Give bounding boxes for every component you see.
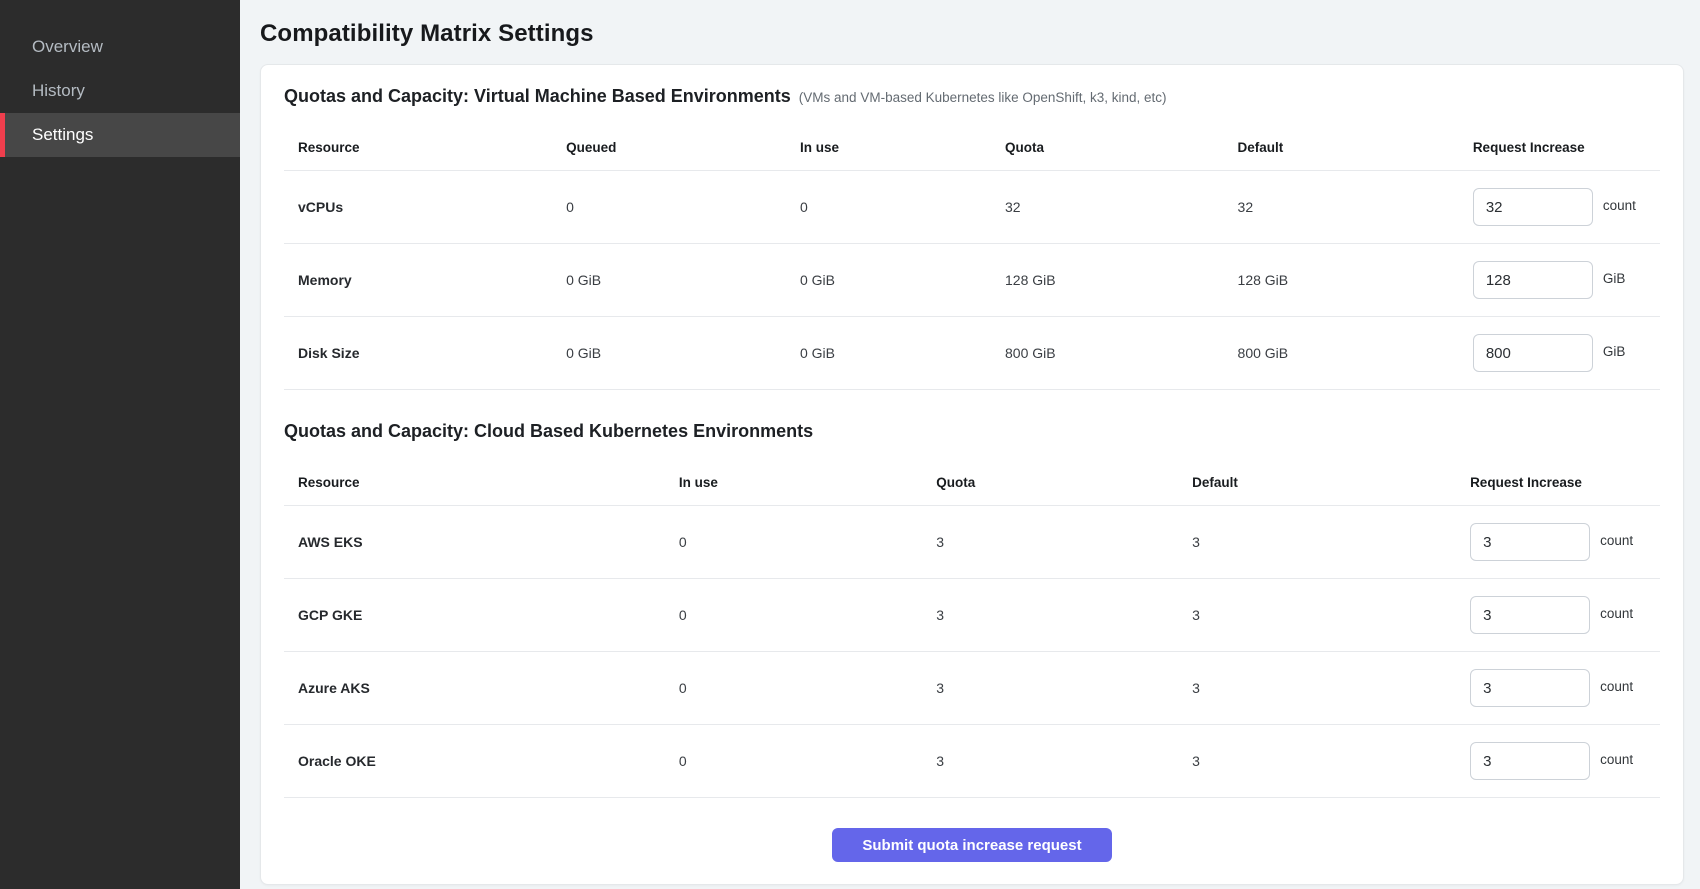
- col-header-in-use: In use: [800, 140, 1005, 155]
- cell-request-increase: GiB: [1473, 261, 1660, 299]
- sidebar-item-history[interactable]: History: [0, 69, 240, 113]
- table-row-aws-eks: AWS EKS 0 3 3 count: [284, 506, 1660, 579]
- cell-quota: 3: [936, 607, 1192, 623]
- col-header-default: Default: [1192, 475, 1470, 490]
- col-header-request-increase: Request Increase: [1470, 475, 1660, 490]
- cell-quota: 32: [1005, 199, 1238, 215]
- aws-eks-request-increase-input[interactable]: [1470, 523, 1590, 561]
- vm-section-note: (VMs and VM-based Kubernetes like OpenSh…: [799, 90, 1167, 105]
- cell-quota: 3: [936, 680, 1192, 696]
- vm-section-title: Quotas and Capacity: Virtual Machine Bas…: [284, 85, 791, 107]
- cell-request-increase: count: [1470, 596, 1660, 634]
- cell-queued: 0 GiB: [566, 272, 800, 288]
- cell-default: 3: [1192, 534, 1470, 550]
- unit-label: count: [1600, 752, 1633, 767]
- gcp-gke-request-increase-input[interactable]: [1470, 596, 1590, 634]
- cell-quota: 800 GiB: [1005, 345, 1238, 361]
- cell-default: 128 GiB: [1238, 272, 1473, 288]
- cell-in-use: 0 GiB: [800, 345, 1005, 361]
- sidebar-item-overview-label: Overview: [32, 37, 103, 57]
- active-accent-bar: [0, 113, 5, 157]
- table-row-memory: Memory 0 GiB 0 GiB 128 GiB 128 GiB GiB: [284, 244, 1660, 317]
- unit-label: count: [1603, 198, 1636, 213]
- table-row-disk-size: Disk Size 0 GiB 0 GiB 800 GiB 800 GiB Gi…: [284, 317, 1660, 390]
- main-content: Compatibility Matrix Settings Quotas and…: [240, 0, 1700, 889]
- col-header-default: Default: [1238, 140, 1473, 155]
- resource-name: Oracle OKE: [284, 753, 679, 769]
- cell-in-use: 0: [679, 534, 936, 550]
- memory-request-increase-input[interactable]: [1473, 261, 1593, 299]
- app-window: Overview History Settings Compatibility …: [0, 0, 1700, 889]
- cell-in-use: 0: [679, 753, 936, 769]
- cloud-section-header: Quotas and Capacity: Cloud Based Kuberne…: [284, 420, 1660, 442]
- resource-name: Disk Size: [284, 345, 566, 361]
- table-row-azure-aks: Azure AKS 0 3 3 count: [284, 652, 1660, 725]
- col-header-resource: Resource: [284, 475, 679, 490]
- unit-label: count: [1600, 679, 1633, 694]
- page-title: Compatibility Matrix Settings: [260, 20, 1684, 48]
- col-header-resource: Resource: [284, 140, 566, 155]
- col-header-queued: Queued: [566, 140, 800, 155]
- unit-label: count: [1600, 606, 1633, 621]
- cell-request-increase: count: [1470, 669, 1660, 707]
- unit-label: GiB: [1603, 271, 1626, 286]
- cell-request-increase: count: [1470, 523, 1660, 561]
- cell-in-use: 0: [679, 680, 936, 696]
- oracle-oke-request-increase-input[interactable]: [1470, 742, 1590, 780]
- sidebar-item-history-label: History: [32, 81, 85, 101]
- cell-default: 3: [1192, 753, 1470, 769]
- vm-table-header: Resource Queued In use Quota Default Req…: [284, 125, 1660, 171]
- cell-default: 800 GiB: [1238, 345, 1473, 361]
- cell-in-use: 0 GiB: [800, 272, 1005, 288]
- cell-request-increase: count: [1470, 742, 1660, 780]
- table-row-oracle-oke: Oracle OKE 0 3 3 count: [284, 725, 1660, 798]
- cell-default: 3: [1192, 680, 1470, 696]
- cell-quota: 128 GiB: [1005, 272, 1238, 288]
- table-row-vcpus: vCPUs 0 0 32 32 count: [284, 171, 1660, 244]
- vm-section-header: Quotas and Capacity: Virtual Machine Bas…: [284, 85, 1660, 107]
- disk-size-request-increase-input[interactable]: [1473, 334, 1593, 372]
- cell-in-use: 0: [800, 199, 1005, 215]
- table-row-gcp-gke: GCP GKE 0 3 3 count: [284, 579, 1660, 652]
- col-header-in-use: In use: [679, 475, 936, 490]
- resource-name: Memory: [284, 272, 566, 288]
- sidebar-item-settings-label: Settings: [32, 125, 93, 145]
- cell-default: 3: [1192, 607, 1470, 623]
- resource-name: vCPUs: [284, 199, 566, 215]
- settings-card: Quotas and Capacity: Virtual Machine Bas…: [260, 64, 1684, 885]
- resource-name: GCP GKE: [284, 607, 679, 623]
- cell-in-use: 0: [679, 607, 936, 623]
- cell-queued: 0: [566, 199, 800, 215]
- cloud-section-title: Quotas and Capacity: Cloud Based Kuberne…: [284, 420, 813, 442]
- resource-name: Azure AKS: [284, 680, 679, 696]
- submit-button-row: Submit quota increase request: [284, 828, 1660, 868]
- vcpus-request-increase-input[interactable]: [1473, 188, 1593, 226]
- sidebar: Overview History Settings: [0, 0, 240, 889]
- sidebar-item-overview[interactable]: Overview: [0, 25, 240, 69]
- col-header-quota: Quota: [1005, 140, 1238, 155]
- cell-default: 32: [1238, 199, 1473, 215]
- submit-quota-increase-button[interactable]: Submit quota increase request: [832, 828, 1112, 862]
- cell-quota: 3: [936, 753, 1192, 769]
- unit-label: count: [1600, 533, 1633, 548]
- cloud-table-header: Resource In use Quota Default Request In…: [284, 460, 1660, 506]
- cell-queued: 0 GiB: [566, 345, 800, 361]
- unit-label: GiB: [1603, 344, 1626, 359]
- azure-aks-request-increase-input[interactable]: [1470, 669, 1590, 707]
- sidebar-item-settings[interactable]: Settings: [0, 113, 240, 157]
- col-header-request-increase: Request Increase: [1473, 140, 1660, 155]
- resource-name: AWS EKS: [284, 534, 679, 550]
- cell-quota: 3: [936, 534, 1192, 550]
- col-header-quota: Quota: [936, 475, 1192, 490]
- cell-request-increase: GiB: [1473, 334, 1660, 372]
- cell-request-increase: count: [1473, 188, 1660, 226]
